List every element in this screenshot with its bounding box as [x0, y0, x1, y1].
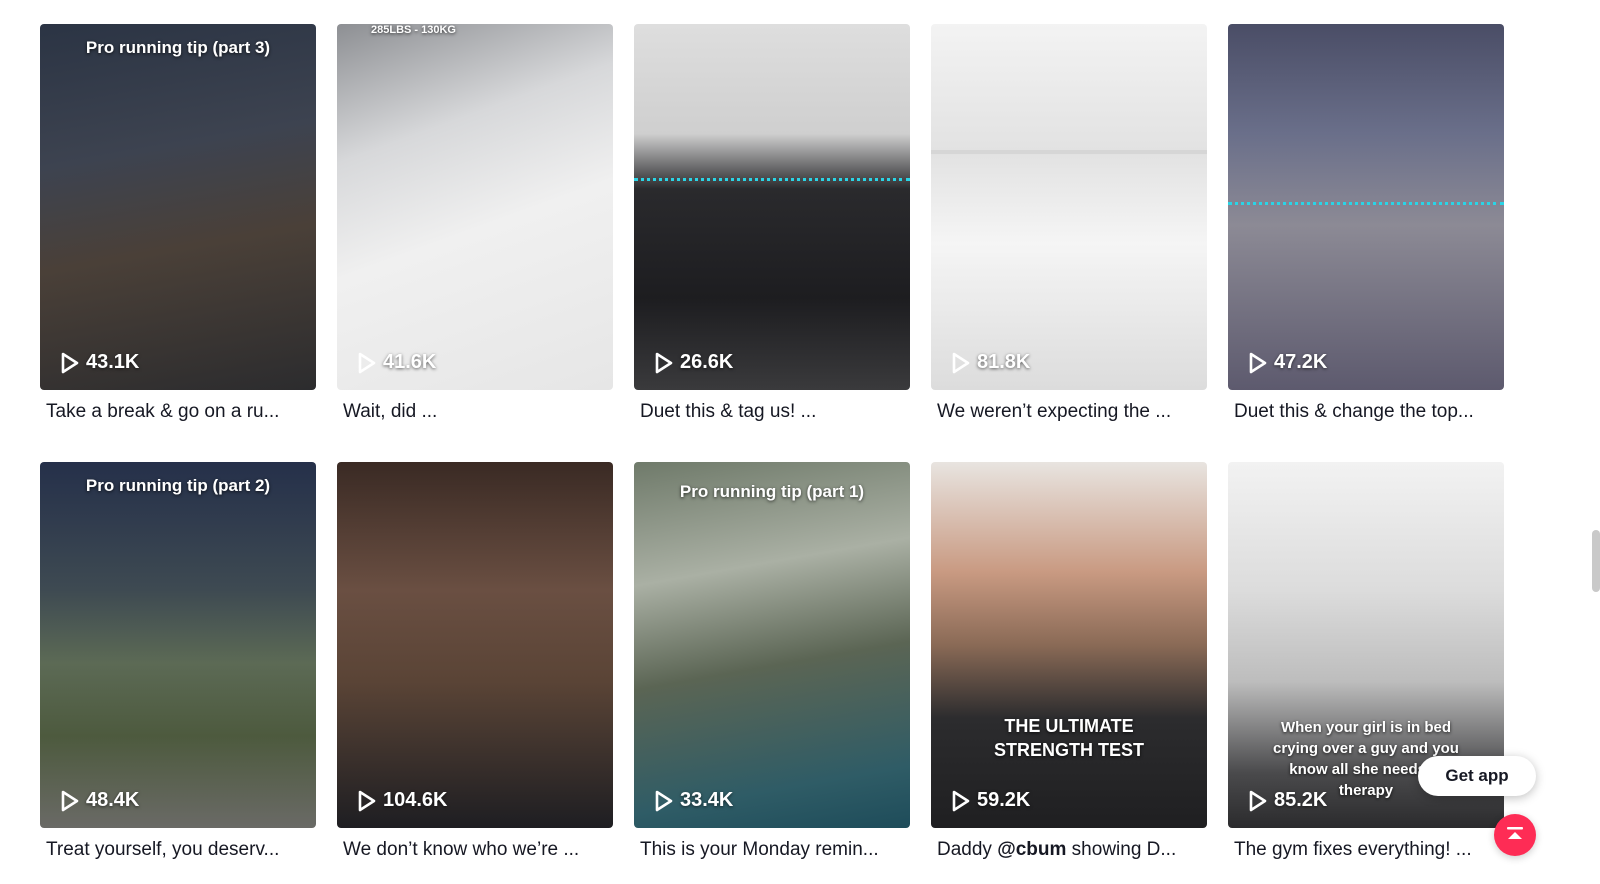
- view-count: 33.4K: [654, 789, 733, 812]
- play-icon: [952, 790, 970, 811]
- video-thumbnail[interactable]: 26.6K: [634, 24, 910, 390]
- video-thumbnail[interactable]: Pro running tip (part 2) 48.4K: [40, 462, 316, 828]
- pullup-bar: [931, 150, 1207, 154]
- view-count: 47.2K: [1248, 351, 1327, 374]
- view-count: 48.4K: [60, 789, 139, 812]
- video-card[interactable]: 47.2K Duet this & change the top...: [1228, 24, 1504, 462]
- video-caption[interactable]: Duet this & change the top...: [1228, 400, 1498, 424]
- view-count: 85.2K: [1248, 789, 1327, 812]
- video-thumbnail[interactable]: THE ULTIMATE STRENGTH TEST 59.2K: [931, 462, 1207, 828]
- play-icon: [61, 790, 79, 811]
- video-card[interactable]: 81.8K We weren’t expecting the ...: [931, 24, 1207, 462]
- back-to-top-button[interactable]: [1494, 814, 1536, 856]
- video-card[interactable]: Pro running tip (part 2) 48.4K Treat you…: [40, 462, 316, 884]
- thumbnail-overlay-text: Pro running tip (part 1): [679, 482, 865, 501]
- play-icon: [655, 352, 673, 373]
- arrow-up-icon: [1507, 827, 1523, 839]
- video-caption[interactable]: Take a break & go on a ru...: [40, 400, 310, 424]
- video-caption[interactable]: Wait, did ...: [337, 400, 607, 424]
- video-card[interactable]: When your girl is in bed crying over a g…: [1228, 462, 1504, 884]
- overlay-line: STRENGTH TEST: [993, 740, 1144, 760]
- caption-text: showing D...: [1066, 839, 1177, 860]
- view-count-label: 85.2K: [1274, 789, 1328, 811]
- view-count-label: 81.8K: [977, 351, 1031, 373]
- view-count-label: 33.4K: [680, 789, 734, 811]
- video-card[interactable]: 104.6K We don’t know who we’re ...: [337, 462, 613, 884]
- video-thumbnail[interactable]: Pro running tip (part 3) 43.1K: [40, 24, 316, 390]
- video-thumbnail[interactable]: 47.2K: [1228, 24, 1504, 390]
- thumbnail-overlay-text: THE ULTIMATE STRENGTH TEST: [931, 714, 1207, 762]
- video-card[interactable]: 285LBS - 130KG 41.6K Wait, did ...: [337, 24, 613, 462]
- scrollbar-thumb[interactable]: [1592, 530, 1600, 592]
- video-card[interactable]: 26.6K Duet this & tag us! ...: [634, 24, 910, 462]
- overlay-line: When your girl is in bed: [1280, 719, 1451, 736]
- play-icon: [655, 790, 673, 811]
- view-count: 81.8K: [951, 351, 1030, 374]
- video-card[interactable]: Pro running tip (part 3) 43.1K Take a br…: [40, 24, 316, 462]
- video-caption[interactable]: Daddy @cbum showing D...: [931, 838, 1201, 862]
- caption-text: Daddy: [937, 839, 998, 860]
- play-icon: [358, 790, 376, 811]
- view-count-label: 26.6K: [680, 351, 734, 373]
- view-count: 41.6K: [357, 351, 436, 374]
- play-icon: [952, 352, 970, 373]
- video-caption[interactable]: We weren’t expecting the ...: [931, 400, 1201, 424]
- play-icon: [61, 352, 79, 373]
- video-caption[interactable]: This is your Monday remin...: [634, 838, 904, 862]
- get-app-button[interactable]: Get app: [1418, 756, 1536, 796]
- thumbnail-overlay-text: Pro running tip (part 3): [85, 38, 271, 57]
- view-count-label: 43.1K: [86, 351, 140, 373]
- video-grid: Pro running tip (part 3) 43.1K Take a br…: [40, 24, 1504, 884]
- video-caption[interactable]: Treat yourself, you deserv...: [40, 838, 310, 862]
- play-icon: [1249, 790, 1267, 811]
- video-caption[interactable]: We don’t know who we’re ...: [337, 838, 607, 862]
- view-count-label: 59.2K: [977, 789, 1031, 811]
- play-icon: [1249, 352, 1267, 373]
- video-thumbnail[interactable]: 81.8K: [931, 24, 1207, 390]
- view-count: 43.1K: [60, 351, 139, 374]
- play-icon: [358, 352, 376, 373]
- video-thumbnail[interactable]: Pro running tip (part 1) 33.4K: [634, 462, 910, 828]
- thumbnail-overlay-text: 285LBS - 130KG: [371, 24, 456, 36]
- view-count-label: 48.4K: [86, 789, 140, 811]
- caption-mention-link[interactable]: @cbum: [997, 839, 1066, 860]
- duet-guide-line: [1228, 202, 1504, 205]
- thumbnail-overlay-text: Pro running tip (part 2): [85, 476, 271, 495]
- video-caption[interactable]: The gym fixes everything! ...: [1228, 838, 1498, 862]
- view-count: 26.6K: [654, 351, 733, 374]
- view-count: 104.6K: [357, 789, 448, 812]
- video-thumbnail[interactable]: 104.6K: [337, 462, 613, 828]
- overlay-line: THE ULTIMATE: [1004, 716, 1134, 736]
- view-count-label: 47.2K: [1274, 351, 1328, 373]
- duet-guide-line: [634, 178, 910, 181]
- view-count-label: 41.6K: [383, 351, 437, 373]
- video-card[interactable]: THE ULTIMATE STRENGTH TEST 59.2K Daddy @…: [931, 462, 1207, 884]
- video-caption[interactable]: Duet this & tag us! ...: [634, 400, 904, 424]
- view-count-label: 104.6K: [383, 789, 448, 811]
- view-count: 59.2K: [951, 789, 1030, 812]
- video-card[interactable]: Pro running tip (part 1) 33.4K This is y…: [634, 462, 910, 884]
- video-thumbnail[interactable]: 285LBS - 130KG 41.6K: [337, 24, 613, 390]
